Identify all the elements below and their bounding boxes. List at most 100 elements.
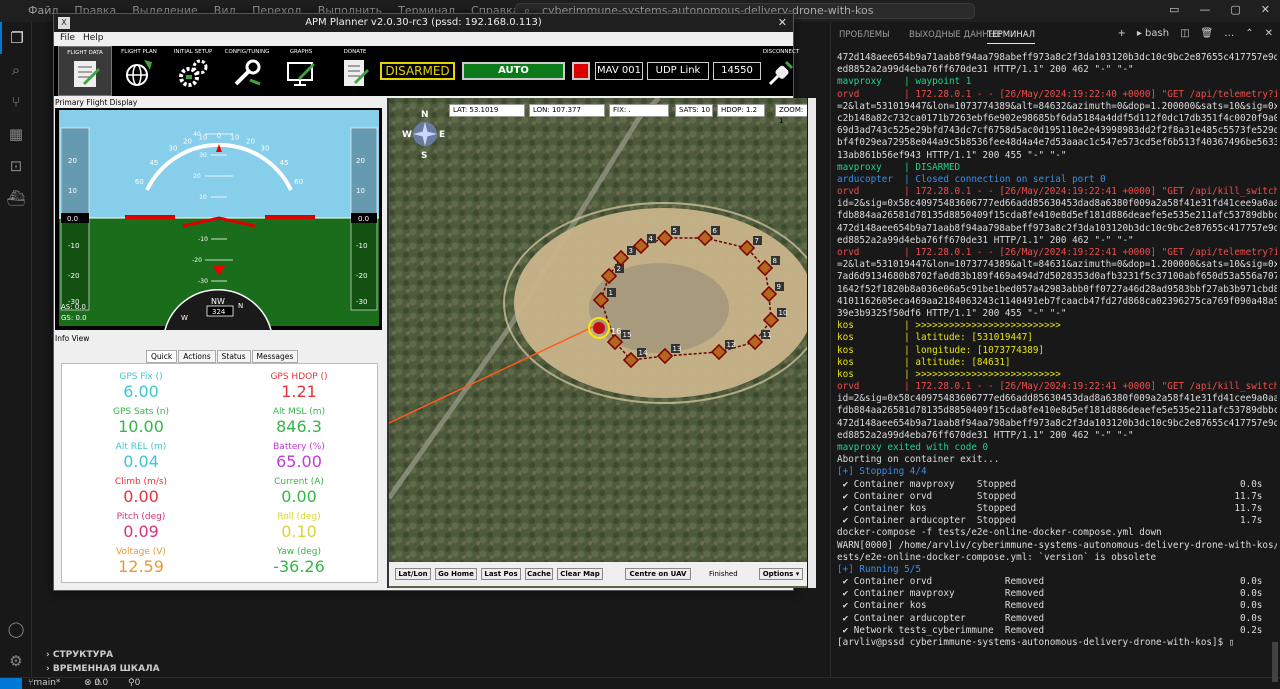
terminal-line: Aborting on container exit...	[837, 454, 1000, 466]
maximize-panel-icon[interactable]: ⌃	[1245, 28, 1253, 39]
quick-stat: Roll (deg) 0.10	[220, 512, 378, 541]
menu-file[interactable]: File	[60, 33, 75, 43]
link-type-box: UDP Link	[647, 62, 709, 80]
activity-bar: ❐ ⌕ ⑂ ▦ ⊡ ⛴ ◯ ⚙	[0, 22, 32, 677]
roll-scale-label: 20	[246, 138, 255, 146]
stat-label: Battery (%)	[273, 442, 325, 452]
graphs-button[interactable]: GRAPHS	[274, 46, 328, 96]
chevron-right-icon: ›	[46, 650, 50, 660]
more-icon[interactable]: …	[1224, 28, 1234, 39]
tab-terminal[interactable]: ТЕРМИНАЛ	[987, 30, 1035, 44]
cache-button[interactable]: Cache	[525, 568, 553, 580]
satellite-map[interactable]: 12345 6789101112131415 16 N W E S	[389, 98, 807, 562]
stat-value: 65.00	[276, 452, 322, 471]
options-dropdown[interactable]: Options ▾	[759, 568, 803, 580]
donate-button[interactable]: DONATE	[328, 46, 382, 96]
close-icon[interactable]: ✕	[1261, 3, 1270, 16]
minimize-icon[interactable]: —	[1199, 3, 1210, 16]
roll-scale-label: 60	[294, 178, 303, 186]
initial-setup-button[interactable]: INITIAL SETUP	[166, 46, 220, 96]
clear-map-button[interactable]: Clear Map	[557, 568, 603, 580]
terminal-line: =2&lat=531019447&lon=1073774389&alt=8463…	[837, 259, 1277, 271]
close-panel-icon[interactable]: ✕	[1265, 28, 1273, 39]
tab-messages[interactable]: Messages	[251, 350, 299, 363]
ports-count[interactable]: ⚲ 0	[128, 678, 140, 688]
compass-n: N	[238, 302, 243, 310]
gps-fix: FIX: .	[609, 104, 669, 117]
tab-status[interactable]: Status	[216, 350, 251, 363]
svg-text:E: E	[439, 130, 445, 140]
sidebar-section-timeline[interactable]: › ВРЕМЕННАЯ ШКАЛА	[32, 664, 830, 678]
terminal-line: 69d3ad743c525e29bfd743dc7cf6758d5ac0d195…	[837, 125, 1277, 137]
svg-text:13: 13	[673, 345, 682, 353]
terminal-line: orvd | 172.28.0.1 - - [26/May/2024:19:22…	[837, 186, 1277, 198]
settings-gear-icon[interactable]: ⚙	[0, 645, 32, 677]
last-pos-button[interactable]: Last Pos	[481, 568, 521, 580]
tab-quick[interactable]: Quick	[146, 350, 178, 363]
search-view-icon[interactable]: ⌕	[0, 54, 32, 86]
pitch-label: -20	[192, 257, 202, 264]
tab-actions[interactable]: Actions	[178, 350, 216, 363]
terminal-line: ✔ Container mavproxy Stopped 0.0s	[837, 478, 1263, 490]
map-view[interactable]: 1 2 3 4 5 6 7 8 9 10 11 12 13 14 15 16 N W E S LAT: 53…	[387, 98, 807, 588]
terminal-scrollbar[interactable]	[1272, 642, 1278, 682]
compass-nw: NW	[211, 297, 225, 306]
button-label: DONATE	[343, 49, 367, 55]
config-tuning-button[interactable]: CONFIG/TUNING	[220, 46, 274, 96]
extensions-icon[interactable]: ▦	[0, 118, 32, 150]
disconnect-button[interactable]: DISCONNECT	[763, 46, 799, 96]
remote-explorer-icon[interactable]: ⊡	[0, 150, 32, 182]
altitude-tape-label: -10	[356, 242, 367, 250]
terminal-line: ✔ Network tests_cyberimmune Removed 0.2s	[837, 624, 1263, 636]
split-icon[interactable]: ◫	[1180, 28, 1189, 39]
stat-label: Pitch (deg)	[116, 512, 166, 522]
explorer-icon[interactable]: ❐	[0, 22, 32, 54]
quick-stat: Current (A) 0.00	[220, 477, 378, 506]
trash-icon[interactable]: 🗑	[1201, 28, 1214, 39]
terminal-shell[interactable]: ▸ bash	[1137, 28, 1169, 39]
git-branch[interactable]: ⑂ main*	[28, 678, 60, 688]
pfd-title: Primary Flight Display	[55, 98, 138, 107]
gears-icon	[179, 59, 208, 87]
pitch-label: 10	[199, 194, 207, 201]
terminal-output[interactable]: 472d148aee654b9a71aab8f94aa798abeff973a8…	[837, 52, 1277, 672]
tab-problems[interactable]: ПРОБЛЕМЫ	[839, 30, 890, 40]
stat-label: GPS Sats (n)	[112, 407, 169, 417]
gps-lat: LAT: 53.1019	[449, 104, 525, 117]
terminal-line: 4101162605eca469aa2184063243c1140491eb7f…	[837, 295, 1277, 307]
maximize-icon[interactable]: ▢	[1230, 3, 1240, 16]
button-label: FLIGHT PLAN	[121, 49, 157, 55]
terminal-line: arducopter | Closed connection on serial…	[837, 173, 1106, 185]
speed-tape-label: -20	[68, 272, 79, 280]
close-window-icon[interactable]: ✕	[778, 14, 787, 32]
stat-label: Alt MSL (m)	[272, 407, 326, 417]
layout-icon[interactable]: ▭	[1169, 3, 1179, 16]
status-bar: ⑂ main* ⊗ 0 ⚠ 0 ⚲ 0	[0, 677, 1280, 689]
source-control-icon[interactable]: ⑂	[0, 86, 32, 118]
sidebar-section-outline[interactable]: › СТРУКТУРА	[32, 650, 830, 664]
flight-mode-indicator[interactable]: AUTO	[462, 62, 565, 80]
terminal-line: [+] Running 5/5	[837, 563, 921, 575]
terminal-line: [arvliv@pssd cyberimmune-systems-autonom…	[837, 637, 1235, 648]
terminal-line: ✔ Container orvd Removed 0.0s	[837, 576, 1263, 588]
flight-data-button[interactable]: FLIGHT DATA	[58, 46, 112, 96]
wrench-icon	[234, 59, 261, 86]
terminal-line: bf4f029ea72958e044a9c5b8536fee48d4a4e7d5…	[837, 137, 1277, 149]
terminal-line: ed8852a2a99d4eba76ff670de31 HTTP/1.1" 20…	[837, 64, 1134, 76]
problems-count[interactable]: ⊗ 0 ⚠ 0	[84, 678, 108, 688]
remote-indicator[interactable]	[0, 678, 22, 689]
terminal-line: WARN[0000] /home/arvliv/cyberimmune-syst…	[837, 539, 1277, 551]
centre-on-uav-button[interactable]: Centre on UAV	[625, 568, 691, 580]
flight-plan-button[interactable]: FLIGHT PLAN	[112, 46, 166, 96]
add-terminal-icon[interactable]: +	[1117, 28, 1125, 39]
roll-scale-label: 0	[217, 132, 221, 140]
terminal-line: 1642f52f1820b8a036e06a5c91be1bed057a4298…	[837, 283, 1277, 295]
map-scrollbar[interactable]	[808, 98, 816, 588]
go-home-button[interactable]: Go Home	[435, 568, 477, 580]
account-icon[interactable]: ◯	[0, 613, 32, 645]
speed-readout: 0.0	[67, 215, 78, 223]
menu-help[interactable]: Help	[83, 33, 104, 43]
latlon-button[interactable]: Lat/Lon	[395, 568, 431, 580]
docker-icon[interactable]: ⛴	[0, 182, 32, 214]
flight-data-icon	[74, 61, 100, 87]
